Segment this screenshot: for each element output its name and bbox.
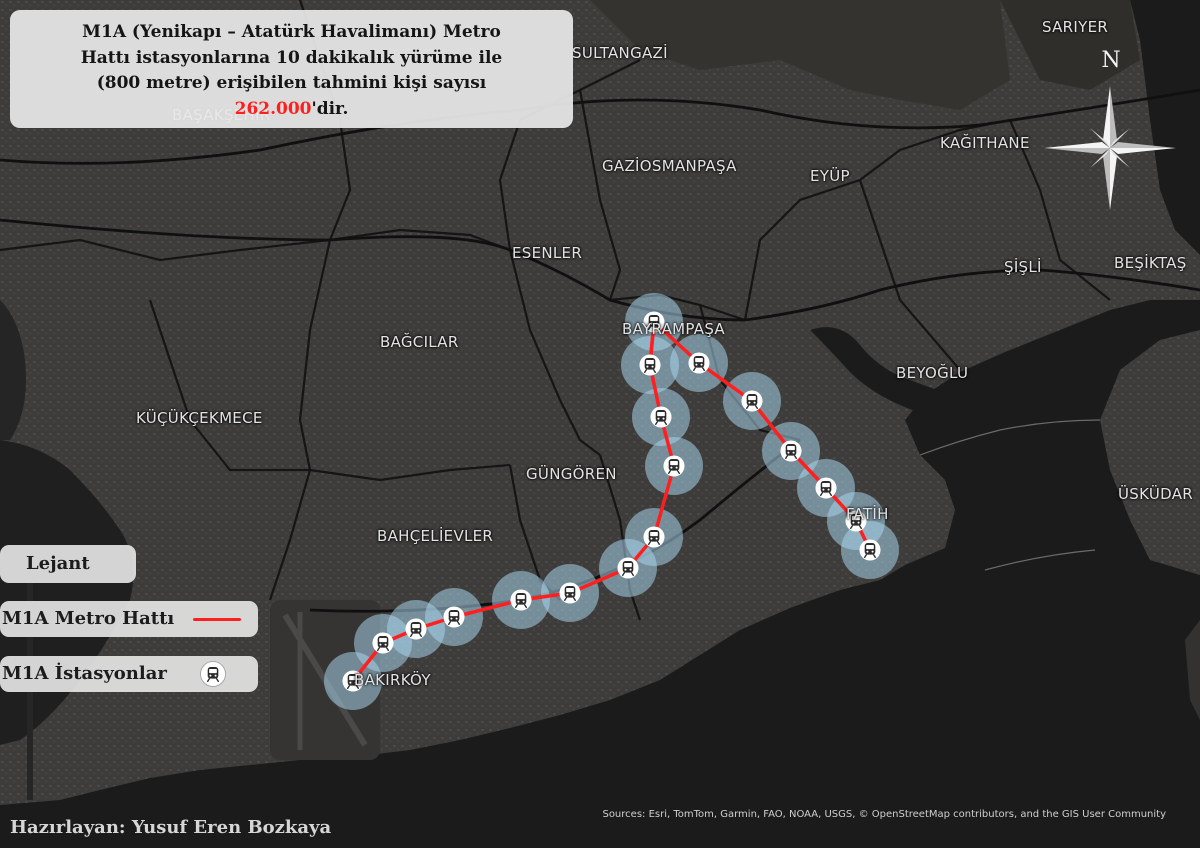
district-label-gungoren: GÜNGÖREN	[526, 465, 617, 483]
district-label-sisli: ŞİŞLİ	[1004, 258, 1042, 276]
title-line-4: 262.000'dir.	[28, 97, 555, 123]
district-label-eyup: EYÜP	[810, 167, 850, 185]
district-label-sariyer: SARIYER	[1042, 18, 1109, 36]
title-line-2: Hattı istasyonlarına 10 dakikalık yürüme…	[80, 47, 503, 68]
title-box: M1A (Yenikapı – Atatürk Havalimanı) Metr…	[10, 10, 573, 128]
district-label-esenler: ESENLER	[512, 244, 583, 262]
legend-title: Lejant	[26, 553, 90, 574]
metro-station-icon-18[interactable]	[859, 539, 881, 561]
metro-station-icon-7[interactable]	[617, 557, 639, 579]
metro-station-icon-8[interactable]	[643, 526, 665, 548]
metro-station-icon-13[interactable]	[688, 352, 710, 374]
metro-station-icon-14[interactable]	[741, 390, 763, 412]
district-label-uskudar: ÜSKÜDAR	[1118, 485, 1193, 503]
author-credit: Hazırlayan: Yusuf Eren Bozkaya	[10, 817, 332, 838]
highlight-value: 262.000	[234, 98, 312, 119]
title-suffix: 'dir.	[311, 98, 349, 119]
legend-header: Lejant	[0, 545, 136, 583]
metro-station-icon-2[interactable]	[372, 632, 394, 654]
district-label-bayrampasa: BAYRAMPAŞA	[622, 320, 725, 338]
district-label-fatih: FATİH	[846, 505, 889, 523]
north-label: N	[1101, 48, 1121, 73]
metro-station-icon-16[interactable]	[815, 477, 837, 499]
map-canvas: SARIYERSULTANGAZİBAŞAKŞEHİRKAĞITHANEGAZİ…	[0, 0, 1200, 848]
district-label-bahcelievler: BAHÇELİEVLER	[377, 527, 494, 545]
metro-station-icon-5[interactable]	[510, 589, 532, 611]
metro-station-icon-10[interactable]	[650, 406, 672, 428]
metro-station-icon-9[interactable]	[663, 455, 685, 477]
district-label-sultangazi: SULTANGAZİ	[572, 44, 668, 62]
title-line-1: M1A (Yenikapı – Atatürk Havalimanı) Metr…	[82, 22, 501, 42]
metro-train-icon	[200, 661, 226, 687]
line-swatch	[193, 618, 241, 621]
legend-line-label: M1A Metro Hattı	[2, 608, 175, 629]
district-label-besiktas: BEŞİKTAŞ	[1114, 254, 1187, 272]
sources-credit: Sources: Esri, TomTom, Garmin, FAO, NOAA…	[602, 809, 1166, 820]
legend-item-stations: M1A İstasyonlar	[0, 656, 258, 692]
metro-station-icon-4[interactable]	[443, 606, 465, 628]
metro-station-icon-11[interactable]	[639, 354, 661, 376]
district-label-gaziosmanpasa: GAZİOSMANPAŞA	[602, 157, 737, 175]
legend-item-metro-line: M1A Metro Hattı	[0, 601, 258, 637]
metro-station-icon-3[interactable]	[405, 618, 427, 640]
legend-station-label: M1A İstasyonlar	[2, 663, 167, 684]
metro-station-icon-6[interactable]	[559, 582, 581, 604]
district-label-kagithane: KAĞITHANE	[940, 134, 1030, 152]
district-label-kucukcekmece: KÜÇÜKÇEKMECE	[136, 409, 263, 427]
metro-station-icon-15[interactable]	[780, 440, 802, 462]
compass-rose-icon	[1044, 86, 1176, 210]
title-line-3: (800 metre) erişibilen tahmini kişi sayı…	[96, 73, 487, 93]
district-label-bakirkoy: BAKIRKÖY	[354, 671, 431, 689]
district-label-bagcilar: BAĞCILAR	[380, 333, 459, 351]
district-label-beyoglu: BEYOĞLU	[896, 364, 969, 382]
